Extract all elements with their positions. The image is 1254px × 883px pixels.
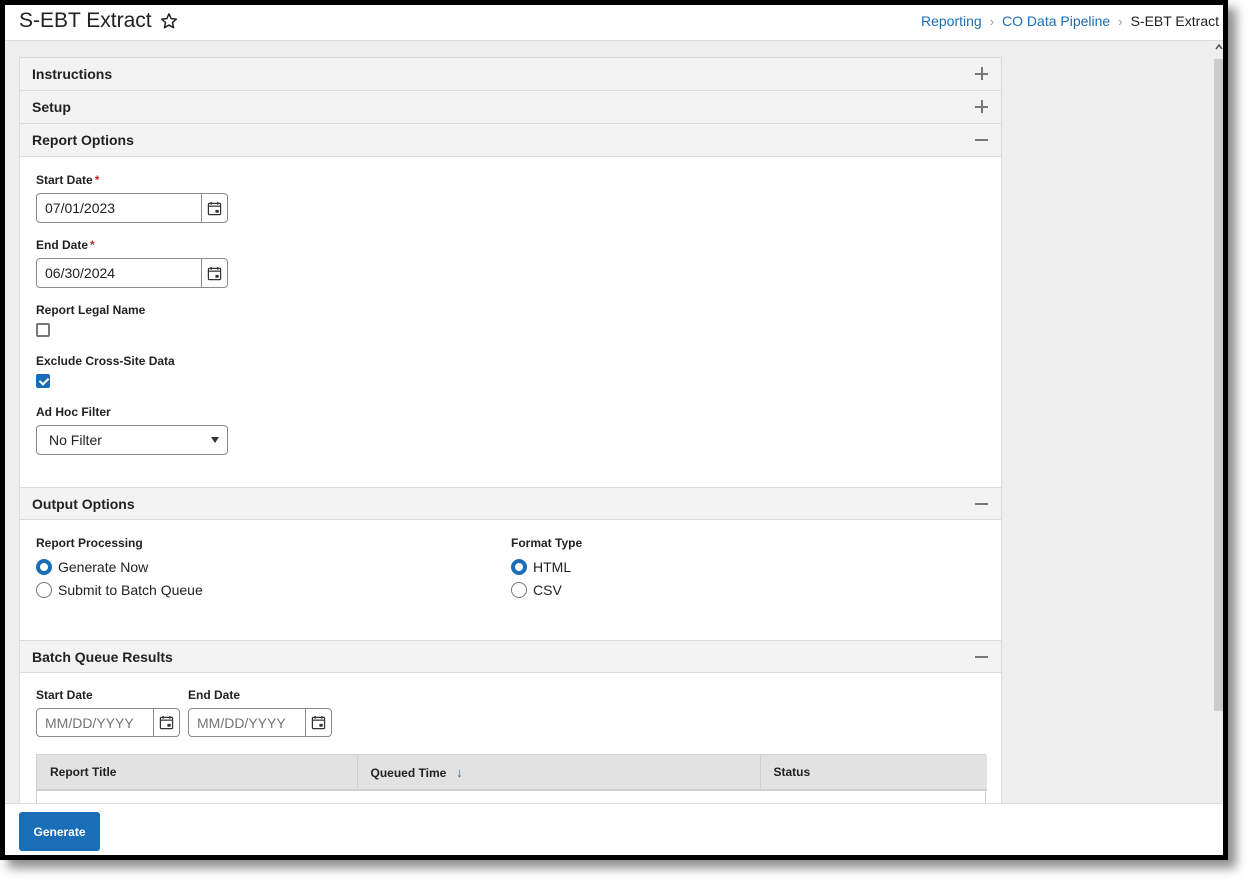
radio-label: Submit to Batch Queue <box>58 581 203 598</box>
section-batch-queue-header[interactable]: Batch Queue Results <box>20 640 1001 673</box>
batch-end-date-field <box>188 708 332 737</box>
breadcrumb-co-data-pipeline[interactable]: CO Data Pipeline <box>1002 13 1110 29</box>
section-title: Report Options <box>32 132 134 148</box>
breadcrumb-reporting[interactable]: Reporting <box>921 13 982 29</box>
star-outline-icon[interactable] <box>160 12 178 30</box>
app-window: S-EBT Extract Reporting › CO Data Pipeli… <box>0 0 1228 860</box>
report-options-body: Start Date* End Date* <box>20 157 1001 487</box>
radio-label: CSV <box>533 581 562 598</box>
section-title: Setup <box>32 99 71 115</box>
section-title: Batch Queue Results <box>32 648 173 665</box>
report-processing-label: Report Processing <box>36 536 143 550</box>
column-report-title[interactable]: Report Title <box>37 755 358 791</box>
report-legal-name-label: Report Legal Name <box>36 303 146 317</box>
start-date-field <box>36 193 228 223</box>
radio-button[interactable] <box>511 581 527 598</box>
report-legal-name-checkbox[interactable] <box>36 323 50 337</box>
radio-csv[interactable]: CSV <box>511 578 582 601</box>
column-status[interactable]: Status <box>760 755 987 791</box>
chevron-right-icon: › <box>1118 13 1123 29</box>
collapse-minus-icon[interactable] <box>975 133 989 147</box>
section-title: Instructions <box>32 66 113 82</box>
section-report-options-header[interactable]: Report Options <box>20 124 1001 157</box>
report-panel: Instructions Setup Report Options Start … <box>19 57 1002 803</box>
ad-hoc-filter-label: Ad Hoc Filter <box>36 405 111 419</box>
batch-end-date-input[interactable] <box>189 709 305 736</box>
exclude-cross-site-checkbox[interactable] <box>36 374 50 388</box>
ad-hoc-filter-value: No Filter <box>49 432 102 448</box>
batch-start-date-field <box>36 708 180 737</box>
generate-button[interactable]: Generate <box>19 812 100 851</box>
batch-end-date-label: End Date <box>188 688 241 702</box>
format-type-label: Format Type <box>511 536 583 550</box>
content-area: Instructions Setup Report Options Start … <box>5 41 1212 803</box>
end-date-field <box>36 258 228 288</box>
page-title: S-EBT Extract <box>19 9 178 33</box>
start-date-label: Start Date * <box>36 173 100 187</box>
output-options-body: Report Processing Generate Now Submit to… <box>20 520 1001 640</box>
radio-button[interactable] <box>36 558 52 575</box>
batch-start-date-input[interactable] <box>37 709 153 736</box>
start-date-input[interactable] <box>37 194 201 222</box>
end-date-input[interactable] <box>37 259 201 287</box>
action-footer: Generate <box>5 803 1223 855</box>
calendar-icon[interactable] <box>153 709 179 736</box>
calendar-icon[interactable] <box>201 194 227 222</box>
collapse-minus-icon[interactable] <box>975 497 989 511</box>
radio-label: Generate Now <box>58 558 149 575</box>
ad-hoc-filter-select[interactable]: No Filter <box>36 425 228 455</box>
radio-html[interactable]: HTML <box>511 555 582 578</box>
column-queued-time[interactable]: Queued Time ↓ <box>357 755 761 791</box>
batch-queue-body: Start Date End Date <box>20 673 1001 803</box>
top-bar: S-EBT Extract Reporting › CO Data Pipeli… <box>5 5 1223 41</box>
expand-plus-icon[interactable] <box>975 100 989 114</box>
section-instructions-header[interactable]: Instructions <box>20 58 1001 91</box>
batch-start-date-label: Start Date <box>36 688 93 702</box>
caret-down-icon <box>211 437 219 443</box>
page-title-text: S-EBT Extract <box>19 9 152 32</box>
collapse-minus-icon[interactable] <box>975 650 989 664</box>
calendar-icon[interactable] <box>305 709 331 736</box>
radio-generate-now[interactable]: Generate Now <box>36 555 203 578</box>
arrow-down-icon[interactable]: ↓ <box>456 765 463 780</box>
exclude-cross-site-label: Exclude Cross-Site Data <box>36 354 175 368</box>
batch-queue-table: Report Title Queued Time ↓ Status <box>37 755 987 791</box>
breadcrumb-current: S-EBT Extract <box>1130 13 1219 29</box>
radio-submit-batch-queue[interactable]: Submit to Batch Queue <box>36 578 203 601</box>
scroll-up-arrow-icon[interactable] <box>1215 43 1223 51</box>
expand-plus-icon[interactable] <box>975 67 989 81</box>
section-output-options-header[interactable]: Output Options <box>20 487 1001 520</box>
radio-button[interactable] <box>36 581 52 598</box>
radio-button[interactable] <box>511 558 527 575</box>
section-setup-header[interactable]: Setup <box>20 91 1001 124</box>
vertical-scrollbar[interactable] <box>1212 41 1223 803</box>
calendar-icon[interactable] <box>201 259 227 287</box>
section-title: Output Options <box>32 495 135 512</box>
breadcrumb: Reporting › CO Data Pipeline › S-EBT Ext… <box>921 13 1219 29</box>
chevron-right-icon: › <box>989 13 995 29</box>
batch-queue-table-wrapper: Report Title Queued Time ↓ Status <box>36 754 987 803</box>
end-date-label: End Date * <box>36 238 95 252</box>
radio-label: HTML <box>533 558 572 575</box>
scrollbar-thumb[interactable] <box>1214 59 1223 711</box>
